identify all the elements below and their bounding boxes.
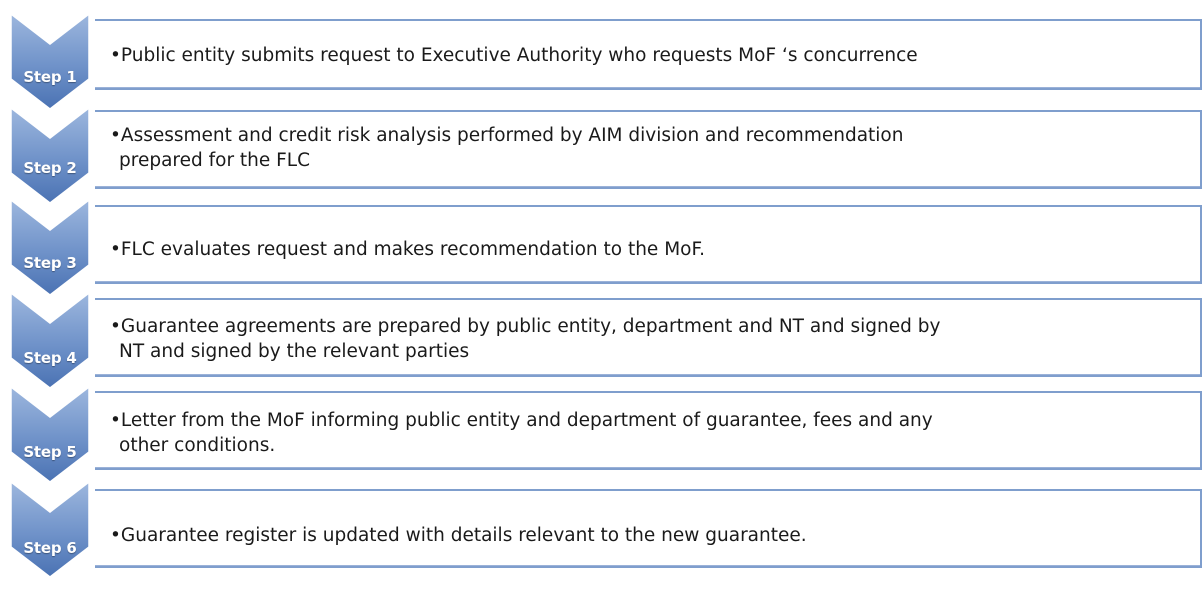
step-4-line-2: NT and signed by the relevant parties <box>119 341 470 362</box>
step-1-line-1: •Public entity submits request to Execut… <box>110 45 918 66</box>
step-3-label: Step 3 <box>23 254 77 272</box>
step-2-box: •Assessment and credit risk analysis per… <box>95 110 1202 189</box>
step-1-text: •Public entity submits request to Execut… <box>110 43 1184 68</box>
step-1-label: Step 1 <box>23 68 77 86</box>
step-2-chevron <box>10 106 90 204</box>
step-5-text: •Letter from the MoF informing public en… <box>110 408 1184 458</box>
step-5-label: Step 5 <box>23 443 77 461</box>
step-3-box: •FLC evaluates request and makes recomme… <box>95 205 1202 284</box>
step-4-text: •Guarantee agreements are prepared by pu… <box>110 314 1184 364</box>
step-6-line-1: •Guarantee register is updated with deta… <box>110 525 807 546</box>
step-6-label: Step 6 <box>23 539 77 557</box>
step-2-label: Step 2 <box>23 159 77 177</box>
step-3-chevron <box>10 198 90 296</box>
step-5-line-2: other conditions. <box>119 435 276 456</box>
step-2-line-2: prepared for the FLC <box>119 150 311 171</box>
step-1-box: •Public entity submits request to Execut… <box>95 19 1202 90</box>
step-6-box: •Guarantee register is updated with deta… <box>95 489 1202 568</box>
step-2-text: •Assessment and credit risk analysis per… <box>110 123 1184 173</box>
step-6-chevron <box>10 480 90 578</box>
step-5-box: •Letter from the MoF informing public en… <box>95 391 1202 470</box>
step-2-line-1: •Assessment and credit risk analysis per… <box>110 125 904 146</box>
step-1-chevron <box>10 12 90 110</box>
step-4-label: Step 4 <box>23 349 77 367</box>
step-3-line-1: •FLC evaluates request and makes recomme… <box>110 239 706 260</box>
step-chevrons <box>10 12 90 578</box>
step-5-line-1: •Letter from the MoF informing public en… <box>110 410 933 431</box>
step-4-line-1: •Guarantee agreements are prepared by pu… <box>110 316 941 337</box>
step-5-chevron <box>10 385 90 483</box>
step-6-text: •Guarantee register is updated with deta… <box>110 523 1184 548</box>
step-4-box: •Guarantee agreements are prepared by pu… <box>95 298 1202 377</box>
step-3-text: •FLC evaluates request and makes recomme… <box>110 237 1184 262</box>
step-4-chevron <box>10 291 90 389</box>
